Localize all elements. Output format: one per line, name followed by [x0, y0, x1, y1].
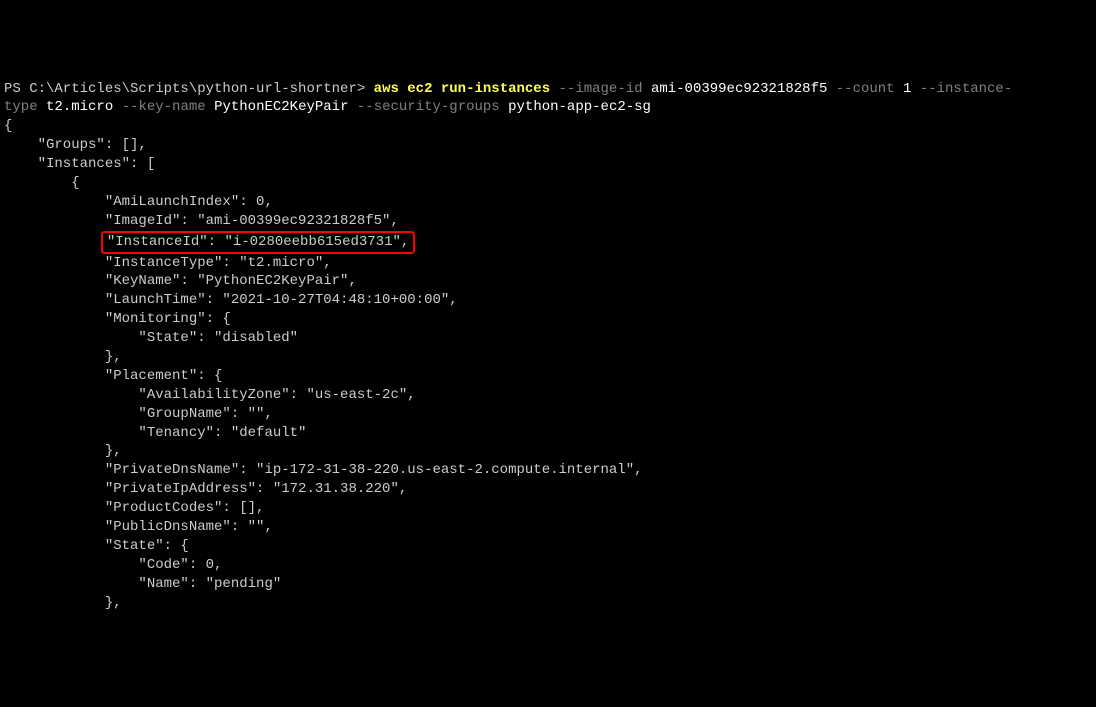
output-line: "ImageId": "ami-00399ec92321828f5",	[4, 213, 399, 229]
output-line: "Placement": {	[4, 368, 222, 384]
output-line: "State": {	[4, 538, 189, 554]
output-line: "State": "disabled"	[4, 330, 298, 346]
output-line: "PrivateIpAddress": "172.31.38.220",	[4, 481, 407, 497]
output-instance-id: "InstanceId": "i-0280eebb615ed3731",	[107, 234, 409, 250]
output-line: "Groups": [],	[4, 137, 147, 153]
output-line: "GroupName": "",	[4, 406, 273, 422]
flag-instance-type-part1: --instance-	[911, 81, 1012, 97]
output-line: {	[4, 118, 12, 134]
prompt-path: PS C:\Articles\Scripts\python-url-shortn…	[4, 81, 374, 97]
output-line: "Name": "pending"	[4, 576, 281, 592]
output-line: "Code": 0,	[4, 557, 222, 573]
output-line: "ProductCodes": [],	[4, 500, 264, 516]
output-line: "Instances": [	[4, 156, 155, 172]
output-line: },	[4, 595, 122, 611]
output-line: "Monitoring": {	[4, 311, 231, 327]
instance-id-highlight: "InstanceId": "i-0280eebb615ed3731",	[101, 231, 415, 254]
output-line: "LaunchTime": "2021-10-27T04:48:10+00:00…	[4, 292, 458, 308]
output-line: "AvailabilityZone": "us-east-2c",	[4, 387, 416, 403]
output-line: "AmiLaunchIndex": 0,	[4, 194, 273, 210]
output-line: "InstanceType": "t2.micro",	[4, 255, 332, 271]
output-pad	[4, 234, 105, 250]
value-key-name: PythonEC2KeyPair	[214, 99, 348, 115]
output-line: {	[4, 175, 80, 191]
output-line: },	[4, 349, 122, 365]
output-line: "PublicDnsName": "",	[4, 519, 273, 535]
terminal-window[interactable]: PS C:\Articles\Scripts\python-url-shortn…	[4, 80, 1092, 613]
value-image-id: ami-00399ec92321828f5	[651, 81, 827, 97]
flag-count: --count	[827, 81, 903, 97]
flag-instance-type-part2: type	[4, 99, 46, 115]
output-line: "PrivateDnsName": "ip-172-31-38-220.us-e…	[4, 462, 643, 478]
flag-security-groups: --security-groups	[348, 99, 508, 115]
output-line: "Tenancy": "default"	[4, 425, 306, 441]
value-security-groups: python-app-ec2-sg	[508, 99, 651, 115]
flag-key-name: --key-name	[113, 99, 214, 115]
command-name: aws ec2 run-instances	[374, 81, 550, 97]
output-line: "KeyName": "PythonEC2KeyPair",	[4, 273, 357, 289]
value-instance-type: t2.micro	[46, 99, 113, 115]
output-line: },	[4, 443, 122, 459]
flag-image-id: --image-id	[550, 81, 651, 97]
